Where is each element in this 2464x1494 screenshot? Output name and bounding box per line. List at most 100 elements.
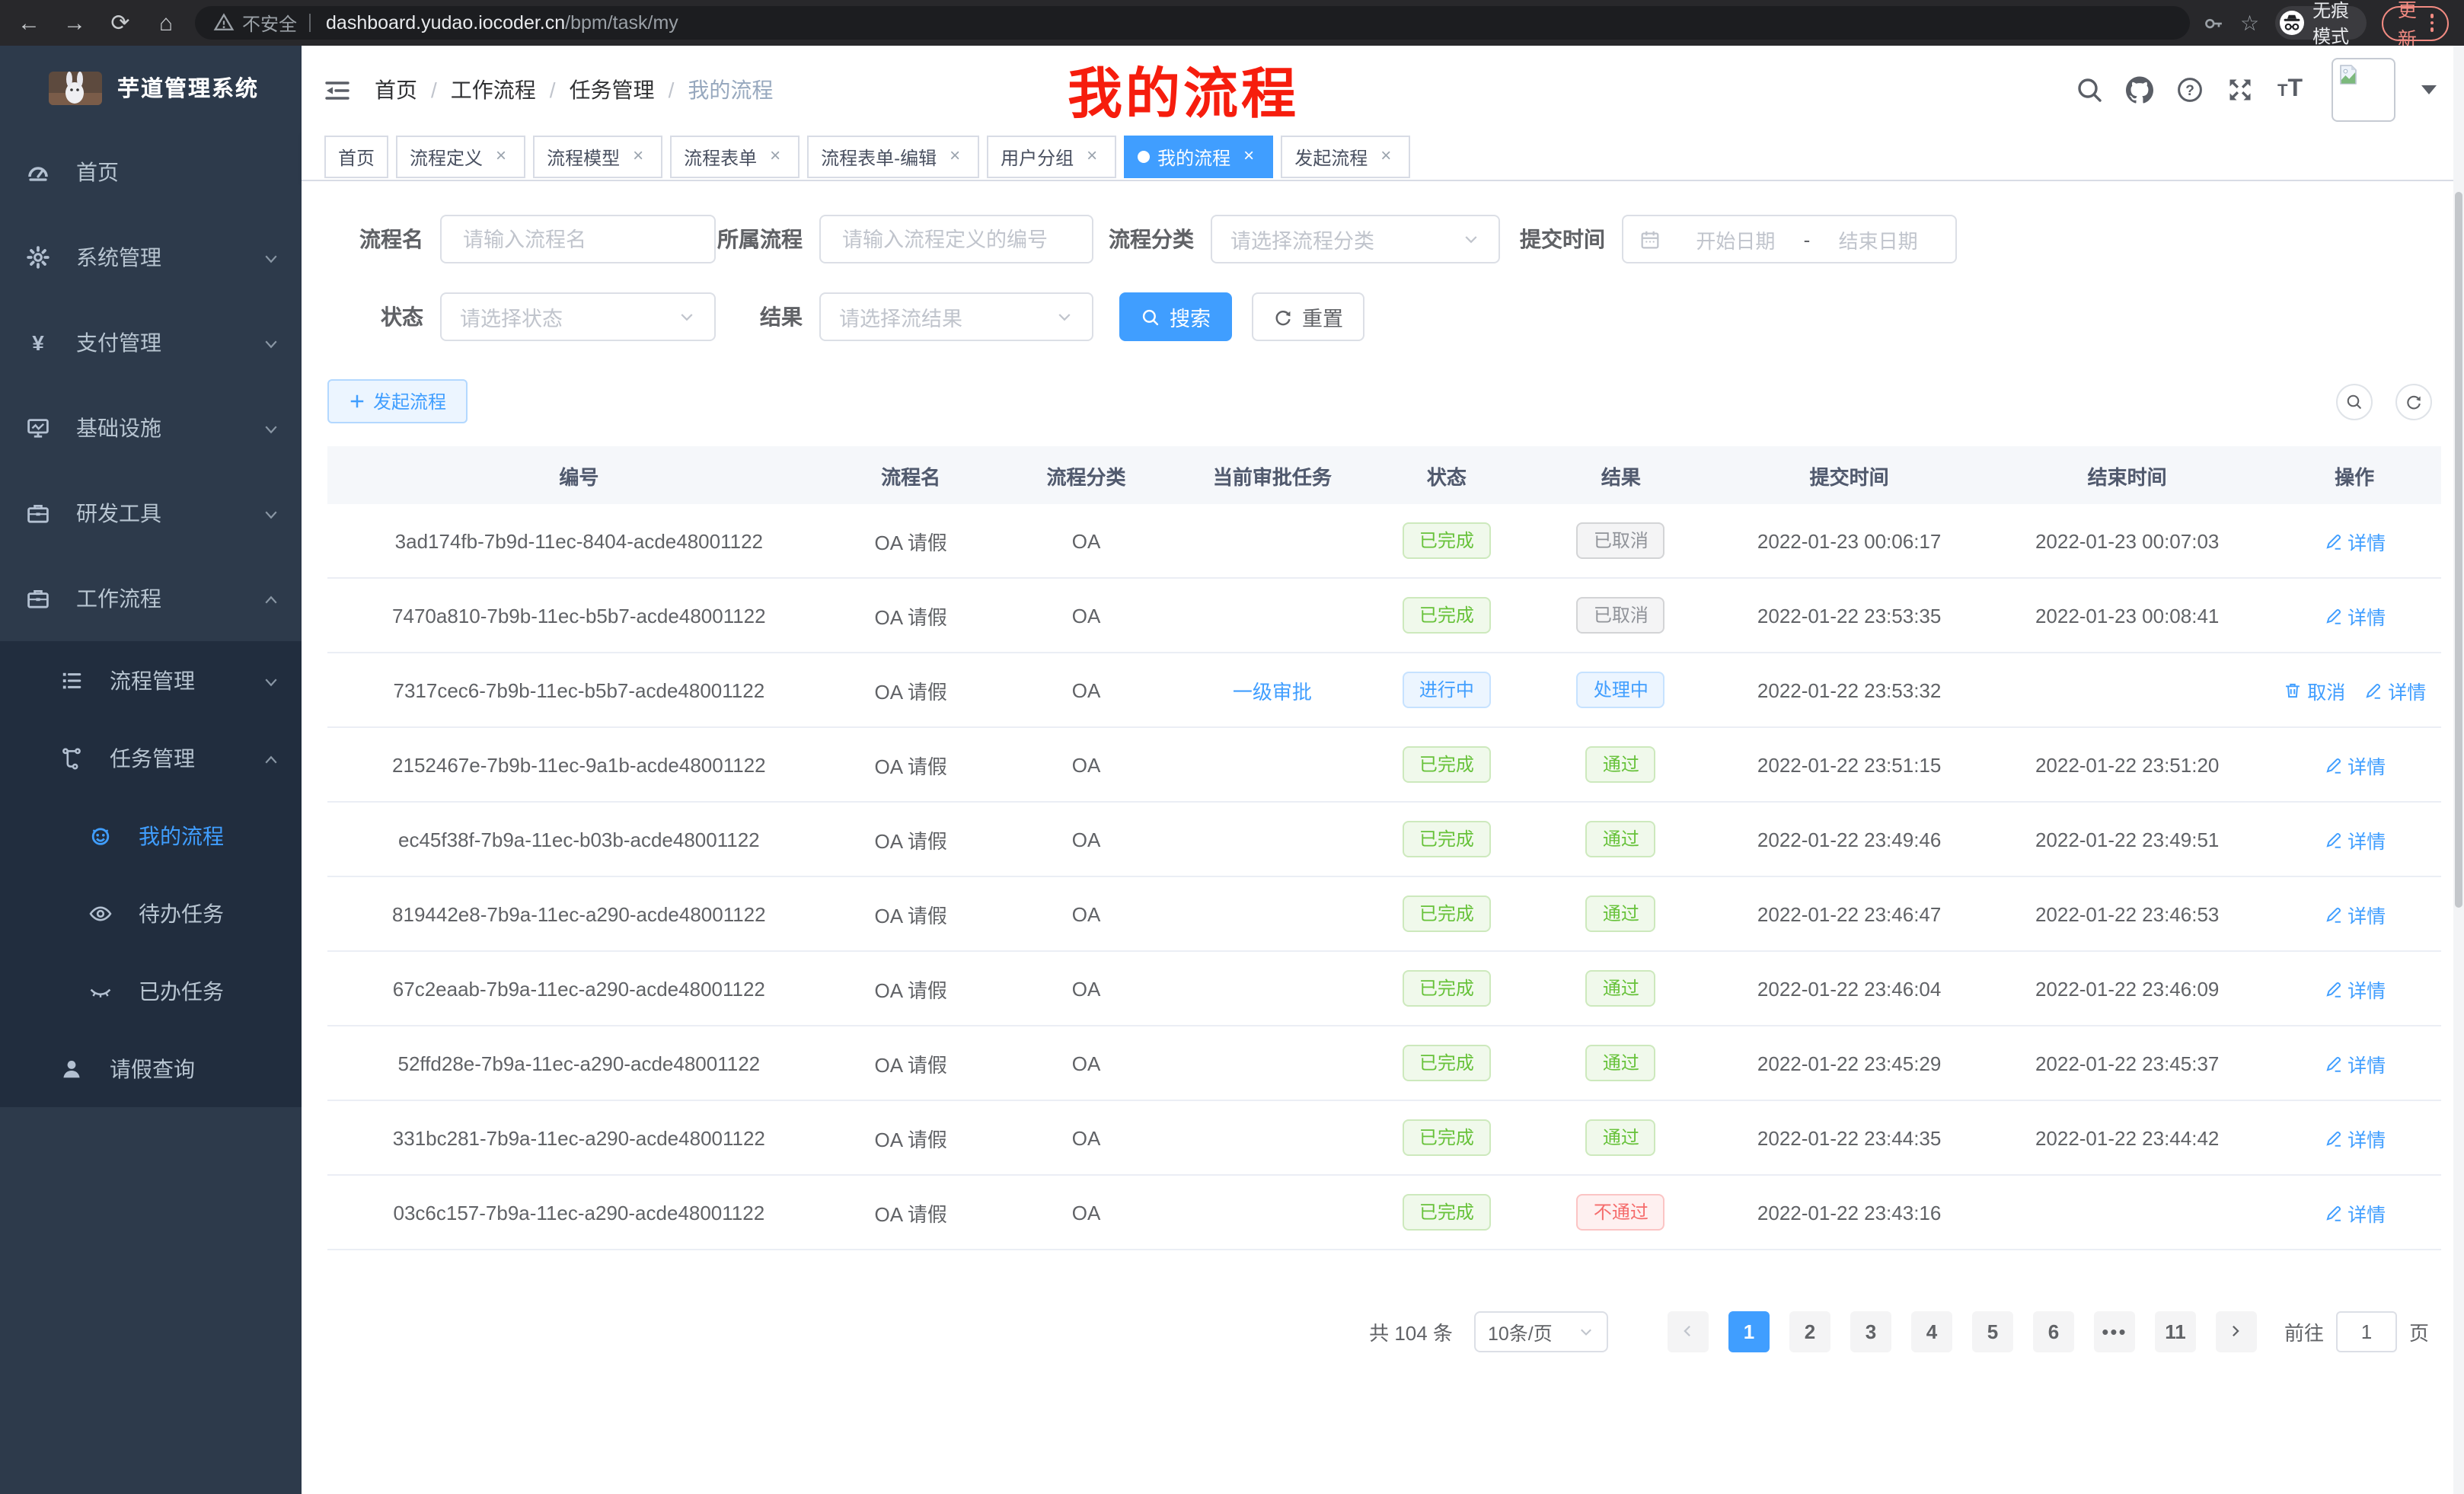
- close-icon[interactable]: ×: [764, 146, 786, 168]
- breadcrumb-workflow[interactable]: 工作流程: [451, 75, 536, 105]
- cell-submit-time: 2022-01-22 23:44:35: [1712, 1100, 1987, 1175]
- page-button-6[interactable]: 6: [2033, 1311, 2074, 1352]
- fullscreen-icon[interactable]: [2227, 76, 2255, 104]
- process-name-field[interactable]: [460, 226, 696, 252]
- search-icon[interactable]: [2076, 76, 2104, 104]
- sidebar-item-2[interactable]: ¥支付管理: [0, 300, 302, 385]
- sidebar: 芋道管理系统 首页系统管理¥支付管理基础设施研发工具工作流程流程管理任务管理我的…: [0, 46, 302, 1494]
- detail-action[interactable]: 详情: [2323, 526, 2386, 555]
- cancel-action[interactable]: 取消: [2283, 675, 2345, 704]
- key-icon[interactable]: [2202, 11, 2225, 34]
- sidebar-item-0[interactable]: 首页: [0, 129, 302, 215]
- tab-2[interactable]: 流程模型×: [533, 136, 662, 178]
- process-definition-field[interactable]: [839, 226, 1074, 252]
- next-page-button[interactable]: [2216, 1311, 2257, 1352]
- sidebar-item-9[interactable]: 待办任务: [0, 874, 302, 952]
- cell-current-task: [1181, 876, 1363, 951]
- sidebar-item-7[interactable]: 任务管理: [0, 719, 302, 796]
- sidebar-item-1[interactable]: 系统管理: [0, 215, 302, 300]
- page-size-value: 10条/页: [1488, 1317, 1553, 1346]
- back-icon[interactable]: ←: [15, 10, 43, 36]
- sidebar-item-8[interactable]: 我的流程: [0, 796, 302, 874]
- date-end-placeholder[interactable]: 结束日期: [1816, 225, 1940, 254]
- goto-page-input[interactable]: [2336, 1311, 2397, 1352]
- page-scrollbar[interactable]: [2453, 46, 2464, 1494]
- chevron-down-icon[interactable]: [2421, 85, 2437, 94]
- refresh-table-button[interactable]: [2395, 383, 2432, 420]
- task-link[interactable]: 一级审批: [1233, 680, 1312, 703]
- status-select[interactable]: 请选择状态: [440, 292, 716, 341]
- tab-5[interactable]: 用户分组×: [987, 136, 1116, 178]
- submit-time-range-picker[interactable]: 开始日期 - 结束日期: [1622, 215, 1957, 263]
- category-select[interactable]: 请选择流程分类: [1211, 215, 1500, 263]
- tab-6[interactable]: 我的流程 ×: [1124, 136, 1273, 178]
- sidebar-item-10[interactable]: 已办任务: [0, 952, 302, 1030]
- tab-7[interactable]: 发起流程×: [1281, 136, 1410, 178]
- table-row: 331bc281-7b9a-11ec-a290-acde48001122OA 请…: [327, 1100, 2441, 1175]
- security-label[interactable]: 不安全: [242, 10, 297, 36]
- home-icon[interactable]: ⌂: [152, 10, 180, 36]
- close-icon[interactable]: ×: [627, 146, 649, 168]
- page-size-select[interactable]: 10条/页: [1474, 1311, 1608, 1352]
- tab-label: 我的流程: [1157, 144, 1230, 170]
- page-button-1[interactable]: 1: [1728, 1311, 1770, 1352]
- help-icon[interactable]: ?: [2177, 76, 2204, 104]
- breadcrumb-home[interactable]: 首页: [375, 75, 417, 105]
- show-search-button[interactable]: [2336, 383, 2373, 420]
- app-title: 芋道管理系统: [117, 72, 259, 104]
- reset-button[interactable]: 重置: [1252, 292, 1364, 341]
- github-icon[interactable]: [2127, 76, 2154, 104]
- font-size-icon[interactable]: TT: [2277, 78, 2303, 102]
- browser-menu-icon[interactable]: [2430, 14, 2434, 32]
- hamburger-icon[interactable]: [324, 77, 350, 103]
- date-start-placeholder[interactable]: 开始日期: [1674, 225, 1798, 254]
- close-icon[interactable]: ×: [1081, 146, 1103, 168]
- detail-action[interactable]: 详情: [2323, 601, 2386, 630]
- sidebar-item-6[interactable]: 流程管理: [0, 641, 302, 719]
- forward-icon[interactable]: →: [61, 10, 88, 36]
- detail-action[interactable]: 详情: [2323, 1049, 2386, 1077]
- close-icon[interactable]: ×: [1375, 146, 1396, 168]
- bookmark-star-icon[interactable]: ☆: [2240, 12, 2259, 34]
- page-button-4[interactable]: 4: [1911, 1311, 1952, 1352]
- search-button[interactable]: 搜索: [1119, 292, 1232, 341]
- detail-action[interactable]: 详情: [2323, 1123, 2386, 1152]
- tab-1[interactable]: 流程定义×: [396, 136, 525, 178]
- prev-page-button[interactable]: [1668, 1311, 1709, 1352]
- close-icon[interactable]: ×: [490, 146, 512, 168]
- address-bar[interactable]: 不安全 dashboard.yudao.iocoder.cn /bpm/task…: [195, 6, 2190, 40]
- sidebar-item-3[interactable]: 基础设施: [0, 385, 302, 471]
- sidebar-item-4[interactable]: 研发工具: [0, 471, 302, 556]
- process-name-input[interactable]: [440, 215, 716, 263]
- reload-icon[interactable]: ⟳: [107, 9, 134, 37]
- close-icon[interactable]: ×: [1238, 146, 1259, 168]
- process-definition-input[interactable]: [819, 215, 1093, 263]
- page-button-5[interactable]: 5: [1972, 1311, 2013, 1352]
- avatar[interactable]: [2332, 58, 2395, 122]
- tab-4[interactable]: 流程表单-编辑×: [807, 136, 979, 178]
- more-pages-button[interactable]: •••: [2094, 1311, 2135, 1352]
- detail-action[interactable]: 详情: [2323, 974, 2386, 1003]
- detail-action[interactable]: 详情: [2363, 675, 2426, 704]
- tab-3[interactable]: 流程表单×: [670, 136, 800, 178]
- detail-action[interactable]: 详情: [2323, 1198, 2386, 1227]
- goto-prefix: 前往: [2284, 1317, 2324, 1346]
- detail-action[interactable]: 详情: [2323, 825, 2386, 854]
- breadcrumb-task[interactable]: 任务管理: [570, 75, 655, 105]
- close-icon[interactable]: ×: [944, 146, 965, 168]
- detail-action[interactable]: 详情: [2323, 899, 2386, 928]
- page-button-3[interactable]: 3: [1850, 1311, 1891, 1352]
- update-button[interactable]: 更新: [2383, 5, 2449, 40]
- detail-action[interactable]: 详情: [2323, 750, 2386, 779]
- scrollbar-thumb[interactable]: [2455, 192, 2462, 908]
- page-button-11[interactable]: 11: [2155, 1311, 2196, 1352]
- tab-0[interactable]: 首页: [324, 136, 388, 178]
- page-button-2[interactable]: 2: [1789, 1311, 1830, 1352]
- cell-status: 已完成: [1363, 876, 1530, 951]
- sidebar-item-5[interactable]: 工作流程: [0, 556, 302, 641]
- pen-icon: [2323, 829, 2343, 849]
- sidebar-item-11[interactable]: 请假查询: [0, 1030, 302, 1107]
- start-process-button[interactable]: 发起流程: [327, 379, 468, 423]
- result-select[interactable]: 请选择流结果: [819, 292, 1093, 341]
- logo-row[interactable]: 芋道管理系统: [0, 46, 302, 129]
